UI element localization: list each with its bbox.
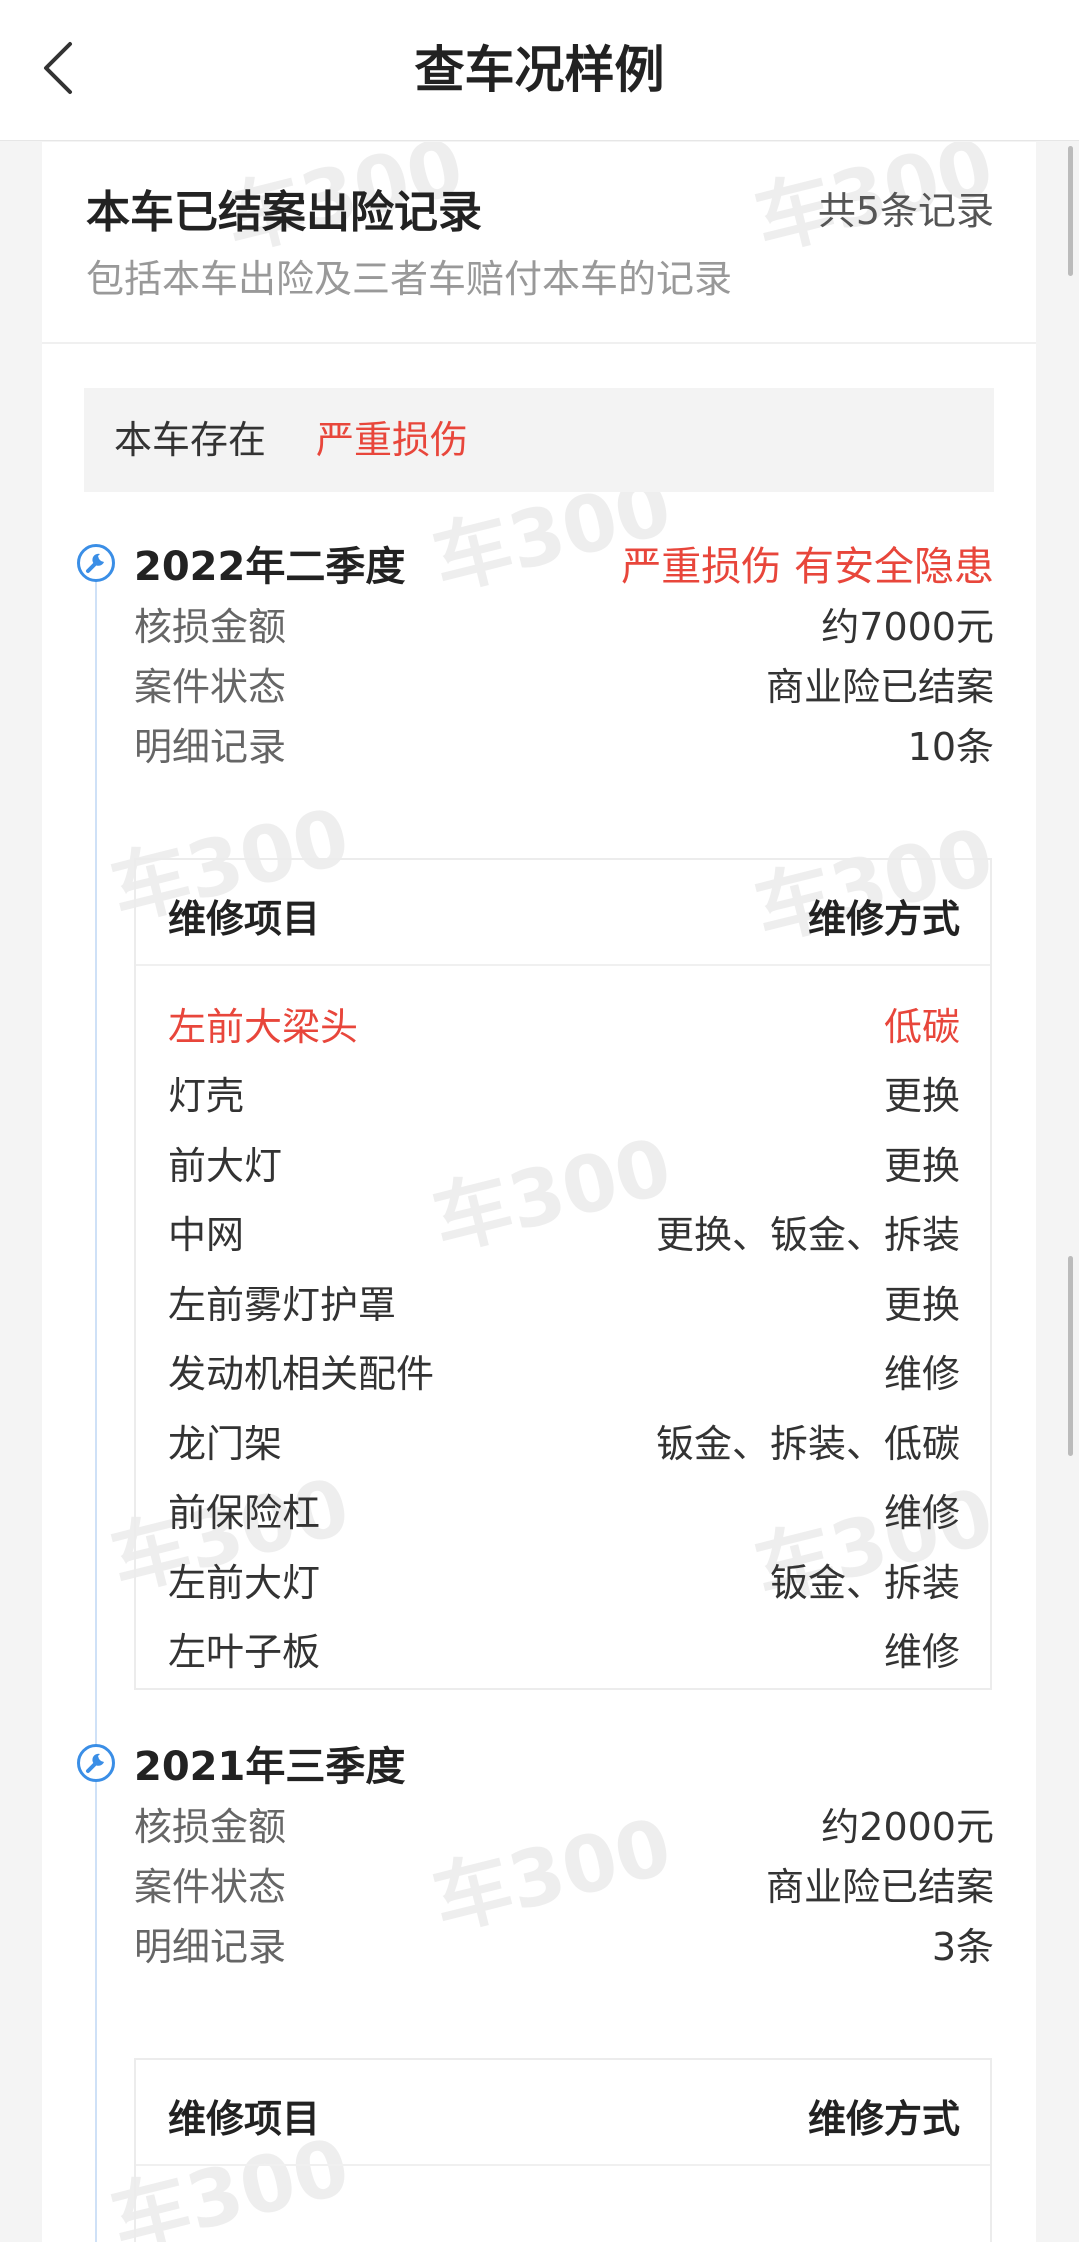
divider [136,2164,990,2166]
record-count: 共5条记录 [817,189,994,233]
scrollbar[interactable] [1068,146,1073,276]
repair-item: 左前雾灯护罩 [168,1283,397,1327]
repair-method: 更换 [883,1074,960,1118]
repair-method: 维修 [883,1352,960,1396]
claims-card: 车300 车300 车300 车300 车300 车300 车300 车300 … [42,142,1036,2242]
repair-table: 维修项目 维修方式 [134,2058,992,2242]
status-value: 商业险已结案 [765,665,994,709]
section-heading: 本车已结案出险记录 [86,187,482,238]
repair-item: 中网 [168,1213,245,1257]
status-value: 商业险已结案 [765,1865,994,1909]
detail-label: 明细记录 [134,725,287,769]
repair-method: 维修 [883,1630,960,1674]
repair-item: 左前大梁头 [168,1005,359,1049]
repair-item: 灯壳 [168,1074,245,1118]
repair-method: 更换、钣金、拆装 [655,1213,960,1257]
detail-count: 10条 [907,725,994,769]
repair-method: 更换 [883,1144,960,1188]
timeline-line [95,572,97,2242]
amount-label: 核损金额 [134,605,287,649]
divider [42,342,1036,344]
section-subtitle: 包括本车出险及三者车赔付本车的记录 [86,257,733,301]
status-label: 案件状态 [134,665,287,709]
repair-table: 维修项目 维修方式 左前大梁头 低碳 灯壳 更换 前大灯 更换 中网 更换、钣金… [134,858,992,1690]
detail-count: 3条 [931,1925,994,1969]
repair-item: 发动机相关配件 [168,1352,435,1396]
repair-item: 左前大灯 [168,1561,321,1605]
nav-bar: 查车况样例 [0,0,1079,141]
repair-method: 更换 [883,1283,960,1327]
amount-label: 核损金额 [134,1805,287,1849]
repair-method: 低碳 [883,1005,960,1049]
repair-method: 钣金、拆装 [769,1561,960,1605]
amount-value: 约2000元 [821,1805,994,1849]
column-header-method: 维修方式 [807,2097,960,2141]
wrench-icon [77,1744,115,1782]
detail-label: 明细记录 [134,1925,287,1969]
divider [136,964,990,966]
repair-item: 前保险杠 [168,1491,321,1535]
record-period: 2021年三季度 [134,1744,406,1790]
repair-method: 钣金、拆装、低碳 [655,1422,960,1466]
amount-value: 约7000元 [821,605,994,649]
status-label: 案件状态 [134,1865,287,1909]
repair-item: 前大灯 [168,1144,283,1188]
damage-banner: 本车存在 严重损伤 [84,388,994,492]
scrollbar-thumb[interactable] [1068,1256,1073,1456]
safety-warning: 严重损伤 有安全隐患 [621,544,994,590]
repair-item: 龙门架 [168,1422,283,1466]
column-header-item: 维修项目 [168,2097,321,2141]
banner-highlight: 严重损伤 [316,418,469,462]
watermark: 车300 [424,1801,680,1948]
banner-prefix: 本车存在 [114,418,267,462]
column-header-method: 维修方式 [807,897,960,941]
page-title: 查车况样例 [414,41,665,99]
repair-item: 左叶子板 [168,1630,321,1674]
wrench-icon [77,544,115,582]
column-header-item: 维修项目 [168,897,321,941]
record-period: 2022年二季度 [134,544,406,590]
repair-method: 维修 [883,1491,960,1535]
